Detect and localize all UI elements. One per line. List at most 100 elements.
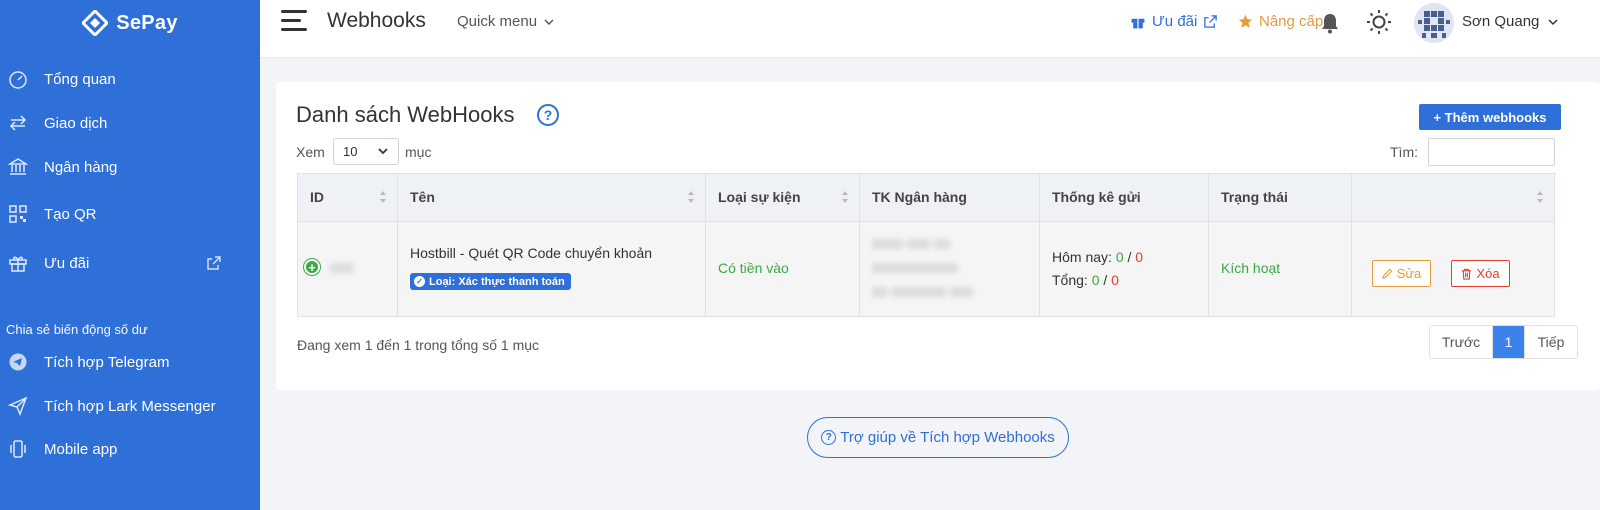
- chevron-down-icon: [544, 19, 554, 26]
- sidebar-section-label: Chia sẻ biến động số dư: [6, 322, 148, 337]
- edit-button[interactable]: Sửa: [1372, 260, 1431, 287]
- pagination-page[interactable]: 1: [1493, 326, 1525, 358]
- header-promo-link[interactable]: Ưu đãi: [1130, 13, 1218, 30]
- column-header-label: Tên: [410, 189, 435, 205]
- sidebar-item-lark[interactable]: Tích hợp Lark Messenger: [0, 386, 260, 426]
- stats-total-fail: 0: [1111, 272, 1119, 288]
- sidebar-item-ngan-hang[interactable]: Ngân hàng: [0, 147, 260, 187]
- column-header-status[interactable]: Trạng thái: [1209, 174, 1352, 222]
- stats-today-label: Hôm nay:: [1052, 249, 1112, 265]
- table-cell-bank: 0000 000 00 00000000000 00 0000000 000: [860, 222, 1040, 316]
- delete-button[interactable]: Xóa: [1451, 260, 1510, 287]
- length-label: Xem: [296, 144, 325, 160]
- column-header-id[interactable]: ID: [298, 174, 398, 222]
- stats-today: Hôm nay: 0 / 0: [1052, 249, 1143, 265]
- topbar: Webhooks Quick menu Ưu đãi Nâng cấp Sơn …: [260, 0, 1600, 58]
- webhooks-table: ID Tên Loại sự kiện TK Ngân hàng Thống k…: [297, 173, 1555, 317]
- bank-line: 0000 000 00: [872, 236, 950, 252]
- length-value: 10: [343, 144, 358, 159]
- sort-icon: [842, 191, 848, 203]
- pagination-next[interactable]: Tiếp: [1525, 326, 1577, 358]
- sidebar-item-label: Tích hợp Lark Messenger: [44, 397, 216, 415]
- stats-today-success: 0: [1115, 249, 1124, 265]
- stats-total-label: Tổng:: [1052, 272, 1088, 288]
- length-select[interactable]: 10: [333, 138, 399, 165]
- table-cell-id: + 000: [298, 222, 398, 316]
- pencil-icon: [1381, 268, 1393, 279]
- table-info: Đang xem 1 đến 1 trong tổng số 1 mục: [297, 337, 540, 353]
- column-header-label: Trạng thái: [1221, 189, 1288, 205]
- webhook-id: 000: [330, 260, 354, 276]
- type-badge: ✓ Loại: Xác thực thanh toán: [410, 273, 571, 290]
- external-link-icon: [1204, 15, 1218, 28]
- avatar-pattern-icon: [1414, 3, 1454, 43]
- sidebar-item-telegram[interactable]: Tích hợp Telegram: [0, 342, 260, 382]
- event-type: Có tiền vào: [718, 260, 789, 276]
- stats-total-success: 0: [1091, 272, 1100, 288]
- logo[interactable]: SePay: [0, 0, 260, 46]
- table-cell-actions: Sửa Xóa: [1352, 222, 1554, 316]
- column-header-actions[interactable]: [1352, 174, 1554, 222]
- mobile-icon: [8, 439, 28, 459]
- card-title: Danh sách WebHooks: [296, 102, 515, 127]
- transfer-icon: [8, 113, 28, 133]
- help-icon[interactable]: ?: [537, 104, 559, 126]
- stats-total: Tổng: 0 / 0: [1052, 272, 1119, 288]
- edit-label: Sửa: [1396, 266, 1422, 281]
- theme-toggle-icon[interactable]: [1366, 9, 1392, 35]
- column-header-label: TK Ngân hàng: [872, 189, 967, 205]
- user-name: Sơn Quang: [1462, 13, 1540, 30]
- search-input[interactable]: [1428, 138, 1555, 166]
- sort-icon: [1537, 191, 1543, 203]
- sidebar-item-giao-dich[interactable]: Giao dịch: [0, 103, 260, 143]
- sidebar-item-uu-dai[interactable]: Ưu đãi: [0, 243, 260, 283]
- sidebar-item-label: Tích hợp Telegram: [44, 353, 170, 371]
- sidebar-item-label: Tạo QR: [44, 205, 97, 223]
- page-title: Webhooks: [327, 9, 426, 32]
- sidebar-item-label: Tổng quan: [44, 70, 116, 88]
- sort-icon: [380, 191, 386, 203]
- help-icon: ?: [821, 430, 837, 445]
- delete-label: Xóa: [1476, 266, 1500, 281]
- pagination-prev[interactable]: Trước: [1430, 326, 1493, 358]
- quick-menu-dropdown[interactable]: Quick menu: [457, 13, 554, 30]
- bank-line: 00 0000000 000: [872, 284, 974, 300]
- webhooks-help-button[interactable]: ? Trợ giúp về Tích hợp Webhooks: [807, 417, 1069, 458]
- status-badge: Kích hoạt: [1221, 260, 1281, 276]
- column-header-stats[interactable]: Thống kê gửi: [1040, 174, 1209, 222]
- qr-icon: [8, 204, 28, 224]
- header-upgrade-link[interactable]: Nâng cấp: [1238, 13, 1323, 30]
- external-link-icon: [207, 256, 221, 270]
- sidebar-item-tong-quan[interactable]: Tổng quan: [0, 59, 260, 99]
- table-cell-stats: Hôm nay: 0 / 0 Tổng: 0 / 0: [1040, 222, 1209, 316]
- chevron-down-icon: [378, 148, 388, 155]
- bank-line: 00000000000: [872, 260, 958, 276]
- expand-row-icon[interactable]: +: [304, 259, 320, 275]
- column-header-bank[interactable]: TK Ngân hàng: [860, 174, 1040, 222]
- column-header-event[interactable]: Loại sự kiện: [706, 174, 860, 222]
- sepay-logo-icon: [82, 10, 109, 36]
- table-cell-event: Có tiền vào: [706, 222, 860, 316]
- add-webhook-button[interactable]: + Thêm webhooks: [1419, 104, 1561, 130]
- sidebar-item-label: Ngân hàng: [44, 158, 118, 176]
- dashboard-icon: [8, 69, 28, 89]
- sidebar: SePay Tổng quan Giao dịch Ngân hàng Tạo …: [0, 0, 260, 510]
- sidebar-item-tao-qr[interactable]: Tạo QR: [0, 194, 260, 234]
- stats-today-fail: 0: [1135, 249, 1144, 265]
- stats-separator: /: [1103, 272, 1108, 288]
- bank-icon: [8, 157, 28, 177]
- search-label: Tìm:: [1390, 144, 1418, 160]
- sidebar-item-mobile-app[interactable]: Mobile app: [0, 429, 260, 469]
- header-promo-label: Ưu đãi: [1152, 13, 1198, 30]
- column-header-name[interactable]: Tên: [398, 174, 706, 222]
- help-button-label: Trợ giúp về Tích hợp Webhooks: [840, 429, 1055, 446]
- bell-icon[interactable]: [1320, 12, 1340, 34]
- webhooks-card: Danh sách WebHooks ? + Thêm webhooks Xem…: [276, 82, 1600, 390]
- check-circle-icon: ✓: [414, 276, 425, 287]
- brand-name: SePay: [116, 11, 178, 34]
- sort-icon: [688, 191, 694, 203]
- sidebar-item-label: Giao dịch: [44, 114, 108, 132]
- menu-toggle-icon[interactable]: [281, 10, 307, 34]
- user-menu[interactable]: Sơn Quang: [1462, 13, 1558, 30]
- avatar[interactable]: [1414, 3, 1454, 43]
